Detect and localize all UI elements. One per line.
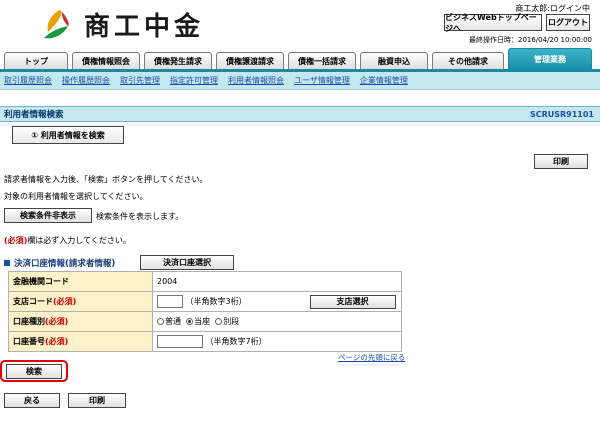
step-indicator: ① 利用者情報を検索 [12,126,124,144]
submenu-user-info-inquiry[interactable]: 利用者情報照会 [228,75,284,86]
tab-loan-application[interactable]: 融資申込 [360,52,428,70]
print-button-top[interactable]: 印刷 [534,154,588,169]
branch-code-hint: （半角数字3桁） [185,297,247,306]
last-operation-time: 最終操作日時：2016/04/20 10:00:00 [468,36,592,44]
page-title-bar: 利用者情報検索 SCRUSR91101 [0,106,600,122]
tab-claim-bulk[interactable]: 債権一括請求 [288,52,356,70]
select-account-button[interactable]: 決済口座選択 [140,255,234,270]
table-row: 口座番号(必須) （半角数字7桁） [8,331,402,352]
account-type-label: 口座種別(必須) [8,311,153,332]
tab-claim-transfer[interactable]: 債権譲渡請求 [216,52,284,70]
search-button[interactable]: 検索 [6,364,62,379]
submenu-permission-management[interactable]: 指定許可管理 [170,75,218,86]
tab-management[interactable]: 管理業務 [508,48,592,70]
tab-top[interactable]: トップ [4,52,68,70]
brand-logo: 商工中金 [40,6,204,43]
account-type-radio-ordinary[interactable] [157,318,164,325]
required-note: (必須)欄は必ず入力してください。 [4,235,131,246]
required-note-text: 欄は必ず入力してください。 [27,236,131,245]
branch-code-label: 支店コード(必須) [8,291,153,312]
submenu-company-management[interactable]: 企業情報管理 [360,75,408,86]
account-number-label: 口座番号(必須) [8,331,153,352]
main-tabs: トップ 債権情報照会 債権発生請求 債権譲渡請求 債権一括請求 融資申込 その他… [0,48,600,70]
required-mark: (必須) [4,236,28,245]
web-top-button[interactable]: ビジネスWebトップページへ [444,13,542,33]
tab-claim-inquiry[interactable]: 債権情報照会 [72,52,140,70]
print-button-bottom[interactable]: 印刷 [68,393,126,408]
account-number-input[interactable] [157,335,203,348]
section-header: 決済口座情報(請求者情報) [4,257,115,269]
tab-other-requests[interactable]: その他請求 [432,52,504,70]
submenu-partner-management[interactable]: 取引先管理 [120,75,160,86]
branch-code-input[interactable] [157,295,183,308]
instruction-text-2: 対象の利用者情報を選択してください。 [4,192,148,201]
submenu-operation-history[interactable]: 操作履歴照会 [62,75,110,86]
tab-claim-issue[interactable]: 債権発生請求 [144,52,212,70]
page-title: 利用者情報検索 [4,110,64,120]
table-row: 金融機関コード 2004 [8,271,402,292]
table-row: 支店コード(必須) （半角数字3桁） 支店選択 [8,291,402,312]
account-info-table: 金融機関コード 2004 支店コード(必須) （半角数字3桁） 支店選択 口座種… [8,271,402,352]
header: 商工中金 商工太郎:ログイン中 ビジネスWebトップページへ ログアウト 最終操… [0,0,600,46]
branch-select-button[interactable]: 支店選択 [309,294,396,309]
bank-code-value: 2004 [152,271,402,292]
submenu: 取引履歴照会 操作履歴照会 取引先管理 指定許可管理 利用者情報照会 ユーザ情報… [0,72,600,90]
submenu-transaction-history[interactable]: 取引履歴照会 [4,75,52,86]
logout-button[interactable]: ログアウト [546,14,590,31]
toggle-search-note: 検索条件を表示します。 [96,212,184,221]
brand-logo-icon [44,9,69,38]
account-number-hint: （半角数字7桁） [205,337,267,346]
table-row: 口座種別(必須) 普通 当座 別段 [8,311,402,332]
account-type-radio-current[interactable] [186,318,194,325]
screen-id: SCRUSR91101 [529,109,594,119]
section-bullet-icon [4,260,10,266]
brand-name: 商工中金 [84,12,205,42]
account-type-options: 普通 当座 別段 [152,311,402,332]
toggle-search-conditions-button[interactable]: 検索条件非表示 [4,208,92,223]
page-top-link[interactable]: ページの先頭に戻る [338,352,405,363]
submenu-user-management[interactable]: ユーザ情報管理 [294,75,350,86]
account-type-radio-special[interactable] [215,318,223,325]
back-button[interactable]: 戻る [4,393,60,408]
bank-code-label: 金融機関コード [8,271,153,292]
instruction-text-1: 請求者情報を入力後、「検索」ボタンを押してください。 [4,175,208,184]
section-title: 決済口座情報(請求者情報) [14,259,116,269]
